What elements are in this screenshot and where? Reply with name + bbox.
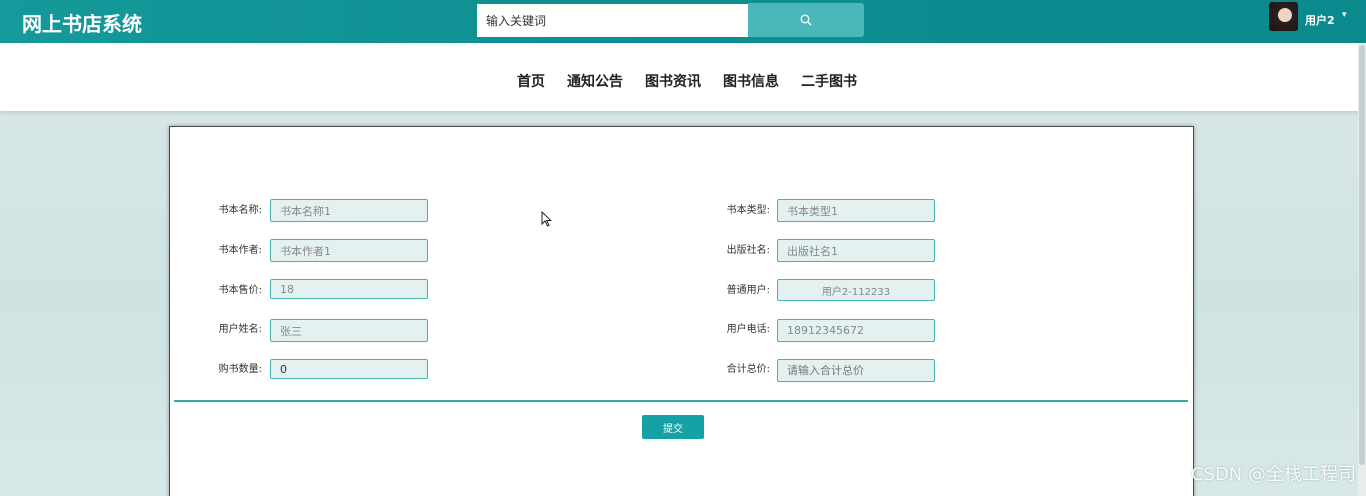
user-name[interactable]: 用户2 <box>1305 12 1335 28</box>
quantity-field[interactable] <box>270 359 428 379</box>
user-avatar[interactable] <box>1269 2 1298 31</box>
total-price-field[interactable] <box>777 359 935 382</box>
search-button[interactable] <box>748 3 864 37</box>
chevron-down-icon[interactable]: ▾ <box>1342 10 1347 20</box>
order-form-card: 书本名称: 书本作者: 书本售价: 用户姓名: 购书数量: 书本类型: 出版社名… <box>169 126 1194 496</box>
user-name-label: 用户姓名: <box>218 324 262 335</box>
search-icon <box>800 14 812 26</box>
user-phone-field[interactable] <box>777 319 935 342</box>
regular-user-label: 普通用户: <box>726 285 770 296</box>
publisher-field[interactable] <box>777 239 935 262</box>
nav-item-notices[interactable]: 通知公告 <box>567 71 623 91</box>
quantity-label: 购书数量: <box>218 364 262 375</box>
book-price-label: 书本售价: <box>218 285 262 296</box>
publisher-label: 出版社名: <box>726 245 770 256</box>
nav-item-used-books[interactable]: 二手图书 <box>801 71 857 91</box>
book-author-label: 书本作者: <box>218 245 262 256</box>
mouse-cursor-icon <box>541 211 552 227</box>
regular-user-select[interactable] <box>777 279 935 301</box>
total-price-label: 合计总价: <box>726 364 770 375</box>
nav-item-book-info[interactable]: 图书信息 <box>723 71 779 91</box>
book-name-field[interactable] <box>270 199 428 222</box>
book-type-label: 书本类型: <box>726 205 770 216</box>
nav-item-book-news[interactable]: 图书资讯 <box>645 71 701 91</box>
nav-item-home[interactable]: 首页 <box>517 71 545 91</box>
user-name-field[interactable] <box>270 319 428 342</box>
scrollbar-thumb[interactable] <box>1359 45 1365 465</box>
main-nav: 首页 通知公告 图书资讯 图书信息 二手图书 <box>0 43 1366 111</box>
nav-menu: 首页 通知公告 图书资讯 图书信息 二手图书 <box>0 71 1366 91</box>
user-phone-label: 用户电话: <box>726 324 770 335</box>
submit-button[interactable]: 提交 <box>642 415 704 439</box>
site-title: 网上书店系统 <box>22 12 142 36</box>
book-name-label: 书本名称: <box>218 205 262 216</box>
search-input[interactable] <box>477 4 748 37</box>
book-author-field[interactable] <box>270 239 428 262</box>
top-header-bar: 网上书店系统 用户2 ▾ <box>0 0 1366 43</box>
form-divider <box>174 400 1188 402</box>
book-price-field[interactable] <box>270 279 428 299</box>
book-type-field[interactable] <box>777 199 935 222</box>
watermark: CSDN @全栈工程司 <box>1190 464 1356 485</box>
